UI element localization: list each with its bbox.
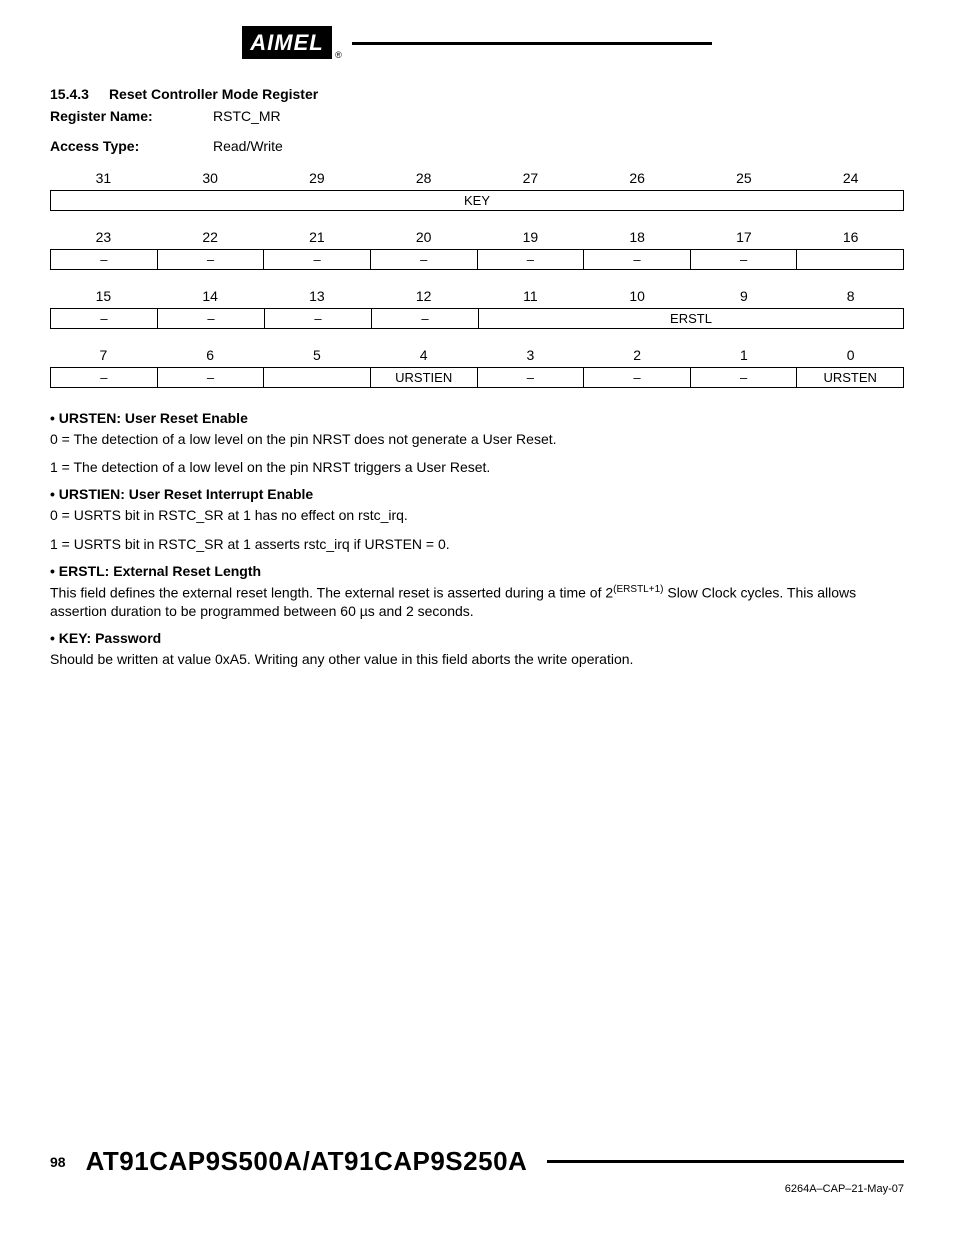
bit-field: – xyxy=(584,249,691,270)
bit-number: 9 xyxy=(691,284,798,308)
bit-field: – xyxy=(372,308,479,329)
description-block: URSTEN: User Reset Enable 0 = The detect… xyxy=(50,410,904,668)
section-title: Reset Controller Mode Register xyxy=(109,86,318,102)
bit-field xyxy=(797,249,904,270)
footer-rule xyxy=(547,1160,904,1163)
bit-number: 0 xyxy=(797,343,904,367)
bit-field: – xyxy=(158,367,265,388)
bit-field xyxy=(264,367,371,388)
bit-field: URSTIEN xyxy=(371,367,478,388)
bit-number: 1 xyxy=(691,343,798,367)
bit-number: 24 xyxy=(797,166,904,190)
erstl-superscript: (ERSTL+1) xyxy=(613,584,663,595)
erstl-para: This field defines the external reset le… xyxy=(50,583,904,620)
ursten-line-0: 0 = The detection of a low level on the … xyxy=(50,430,904,448)
urstien-line-0: 0 = USRTS bit in RSTC_SR at 1 has no eff… xyxy=(50,506,904,524)
bit-field: – xyxy=(50,367,158,388)
bitfield-table: 3130292827262524KEY2322212019181716–––––… xyxy=(50,166,904,388)
access-type-label: Access Type: xyxy=(50,138,185,154)
bit-number: 15 xyxy=(50,284,157,308)
footer-main: 98 AT91CAP9S500A/AT91CAP9S250A xyxy=(50,1146,904,1177)
bit-number: 23 xyxy=(50,225,157,249)
register-name-row: Register Name: RSTC_MR xyxy=(50,108,904,124)
bit-field: – xyxy=(584,367,691,388)
key-heading: KEY: Password xyxy=(50,630,904,646)
bit-number: 10 xyxy=(584,284,691,308)
section-heading: 15.4.3 Reset Controller Mode Register xyxy=(50,86,904,102)
erstl-text-a: This field defines the external reset le… xyxy=(50,584,613,600)
register-name-label: Register Name: xyxy=(50,108,185,124)
key-para: Should be written at value 0xA5. Writing… xyxy=(50,650,904,668)
bit-number: 13 xyxy=(264,284,371,308)
bit-field: – xyxy=(50,249,158,270)
bit-number: 22 xyxy=(157,225,264,249)
bit-number: 14 xyxy=(157,284,264,308)
bit-number: 7 xyxy=(50,343,157,367)
bit-number: 28 xyxy=(370,166,477,190)
bit-number: 26 xyxy=(584,166,691,190)
bit-number: 3 xyxy=(477,343,584,367)
bit-number: 29 xyxy=(264,166,371,190)
header-rule xyxy=(352,42,712,45)
ursten-heading: URSTEN: User Reset Enable xyxy=(50,410,904,426)
bit-number: 16 xyxy=(797,225,904,249)
bit-field: – xyxy=(158,308,265,329)
bit-number: 4 xyxy=(370,343,477,367)
bit-field: – xyxy=(478,367,585,388)
bit-number-row: 2322212019181716 xyxy=(50,225,904,249)
access-type-row: Access Type: Read/Write xyxy=(50,138,904,154)
doc-id: 6264A–CAP–21-May-07 xyxy=(50,1183,904,1195)
bit-field: URSTEN xyxy=(797,367,904,388)
section-number: 15.4.3 xyxy=(50,86,89,102)
access-type-value: Read/Write xyxy=(213,138,283,154)
atmel-logo: AIMEL xyxy=(242,26,331,59)
registered-icon: ® xyxy=(335,50,342,60)
bit-number: 31 xyxy=(50,166,157,190)
part-title: AT91CAP9S500A/AT91CAP9S250A xyxy=(86,1146,528,1177)
page-header: AIMEL ® xyxy=(50,30,904,56)
ursten-line-1: 1 = The detection of a low level on the … xyxy=(50,458,904,476)
bit-number: 2 xyxy=(584,343,691,367)
bit-field: – xyxy=(371,249,478,270)
bit-number: 5 xyxy=(264,343,371,367)
register-name-value: RSTC_MR xyxy=(213,108,281,124)
bit-field: – xyxy=(50,308,158,329)
bit-number: 18 xyxy=(584,225,691,249)
bit-field-row: ––––ERSTL xyxy=(50,308,904,329)
bit-number: 8 xyxy=(797,284,904,308)
bit-number-row: 15141312111098 xyxy=(50,284,904,308)
bit-field-row: ––––––– xyxy=(50,249,904,270)
bit-field: KEY xyxy=(50,190,904,211)
bit-number: 19 xyxy=(477,225,584,249)
page: AIMEL ® 15.4.3 Reset Controller Mode Reg… xyxy=(0,0,954,1235)
bit-number: 12 xyxy=(370,284,477,308)
bit-field-row: KEY xyxy=(50,190,904,211)
bit-field: – xyxy=(691,249,798,270)
bit-field: – xyxy=(265,308,372,329)
page-number: 98 xyxy=(50,1154,66,1170)
logo-wrap: AIMEL ® xyxy=(242,30,331,56)
bit-field: ERSTL xyxy=(479,308,904,329)
bit-number: 25 xyxy=(691,166,798,190)
bit-number: 20 xyxy=(370,225,477,249)
bit-number: 27 xyxy=(477,166,584,190)
bit-field: – xyxy=(158,249,265,270)
bit-number-row: 76543210 xyxy=(50,343,904,367)
bit-number: 11 xyxy=(477,284,584,308)
urstien-heading: URSTIEN: User Reset Interrupt Enable xyxy=(50,486,904,502)
bit-field: – xyxy=(691,367,798,388)
erstl-heading: ERSTL: External Reset Length xyxy=(50,563,904,579)
bit-number: 21 xyxy=(264,225,371,249)
urstien-line-1: 1 = USRTS bit in RSTC_SR at 1 asserts rs… xyxy=(50,535,904,553)
bit-number: 6 xyxy=(157,343,264,367)
page-footer: 98 AT91CAP9S500A/AT91CAP9S250A 6264A–CAP… xyxy=(50,1146,904,1195)
bit-field: – xyxy=(478,249,585,270)
bit-field: – xyxy=(264,249,371,270)
bit-number: 17 xyxy=(691,225,798,249)
bit-number-row: 3130292827262524 xyxy=(50,166,904,190)
bit-field-row: ––URSTIEN–––URSTEN xyxy=(50,367,904,388)
bit-number: 30 xyxy=(157,166,264,190)
